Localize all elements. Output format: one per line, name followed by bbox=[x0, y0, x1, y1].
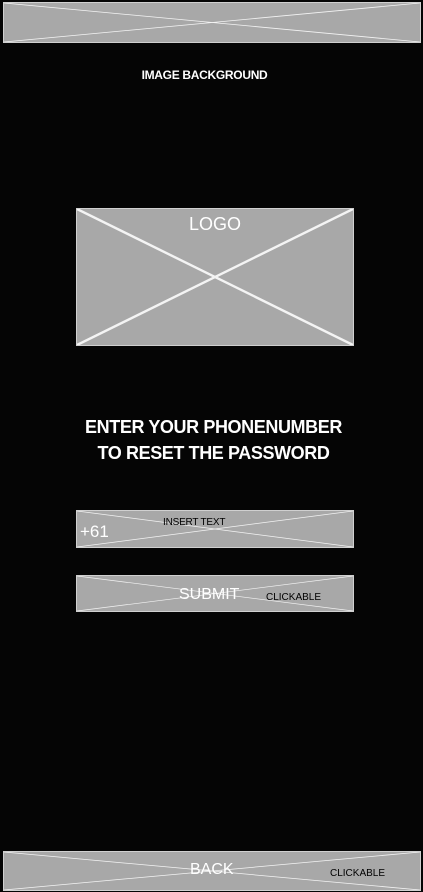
country-code-prefix: +61 bbox=[80, 522, 109, 541]
back-clickable-note: CLICKABLE bbox=[330, 868, 386, 879]
submit-button[interactable]: SUBMIT CLICKABLE bbox=[76, 575, 354, 612]
page-heading: ENTER YOUR PHONENUMBER TO RESET THE PASS… bbox=[0, 414, 423, 466]
screen: IMAGE BACKGROUND LOGO ENTER YOUR PHONENU… bbox=[0, 0, 423, 892]
back-button[interactable]: BACK CLICKABLE bbox=[3, 851, 421, 891]
logo-placeholder: LOGO bbox=[76, 208, 354, 346]
back-button-label: BACK bbox=[190, 861, 234, 878]
heading-line-1: ENTER YOUR PHONENUMBER bbox=[85, 417, 342, 437]
top-bar-placeholder bbox=[3, 2, 421, 43]
submit-button-label: SUBMIT bbox=[179, 586, 240, 603]
submit-clickable-note: CLICKABLE bbox=[266, 592, 322, 603]
phone-number-input[interactable]: +61 INSERT TEXT bbox=[76, 510, 354, 548]
background-image-label: IMAGE BACKGROUND bbox=[141, 68, 268, 82]
heading-line-2: TO RESET THE PASSWORD bbox=[97, 443, 330, 463]
logo-label: LOGO bbox=[188, 214, 241, 234]
phone-input-placeholder: INSERT TEXT bbox=[163, 517, 226, 528]
placeholder-cross bbox=[4, 3, 420, 42]
